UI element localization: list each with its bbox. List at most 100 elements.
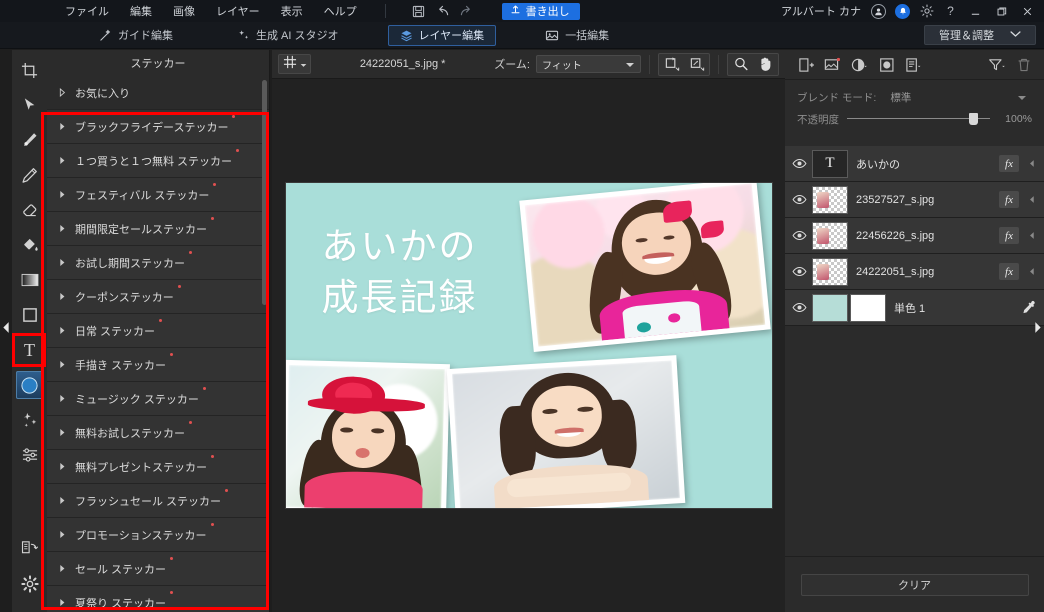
layer-expand-icon[interactable] <box>1024 267 1040 276</box>
menu-view[interactable]: 表示 <box>278 1 306 21</box>
eraser-tool[interactable] <box>16 196 44 224</box>
adjustment-tool[interactable] <box>16 441 44 469</box>
menu-edit[interactable]: 編集 <box>127 1 155 21</box>
photo-girl-pigtails-flowers[interactable] <box>519 183 770 352</box>
flip-canvas-icon[interactable] <box>684 54 709 75</box>
text-tool[interactable]: T <box>16 336 44 364</box>
clear-button[interactable]: クリア <box>801 574 1029 596</box>
shape-tool[interactable] <box>16 301 44 329</box>
move-tool[interactable] <box>16 91 44 119</box>
undo-icon[interactable] <box>435 4 450 19</box>
crop-tool[interactable] <box>16 56 44 84</box>
mask-circle-icon[interactable] <box>874 53 899 76</box>
sticker-category-row[interactable]: 無料プレゼントステッカー <box>47 450 269 484</box>
tab-guide-edit[interactable]: ガイド編集 <box>88 25 184 46</box>
gear-icon[interactable] <box>919 4 934 19</box>
maximize-button[interactable] <box>993 3 1010 19</box>
sticker-category-row[interactable]: 期間限定セールステッカー <box>47 212 269 246</box>
sticker-category-row[interactable]: 日常 ステッカー <box>47 314 269 348</box>
text-layer-icon[interactable] <box>901 53 926 76</box>
menu-layer[interactable]: レイヤー <box>213 1 263 21</box>
sticker-category-row[interactable]: 無料お試しステッカー <box>47 416 269 450</box>
layer-fx-badge[interactable]: fx <box>999 227 1019 244</box>
paint-bucket-tool[interactable] <box>16 231 44 259</box>
grid-button[interactable] <box>278 54 311 74</box>
opacity-slider-knob[interactable] <box>969 113 978 125</box>
layer-expand-icon[interactable] <box>1024 231 1040 240</box>
menu-image[interactable]: 画像 <box>170 1 198 21</box>
layer-row[interactable]: Tあいかのfx <box>785 146 1044 182</box>
layer-expand-icon[interactable] <box>1024 159 1040 168</box>
layer-row[interactable]: 単色 1 <box>785 290 1044 326</box>
menu-help[interactable]: ヘルプ <box>321 1 360 21</box>
layer-fx-badge[interactable]: fx <box>999 155 1019 172</box>
sticker-panel-scrollbar[interactable] <box>262 80 267 305</box>
preferences-tool[interactable] <box>16 570 44 598</box>
sticker-category-row[interactable]: フェスティバル ステッカー <box>47 178 269 212</box>
eye-visible-icon[interactable] <box>785 230 813 241</box>
canvas-transform-group <box>658 53 710 76</box>
redo-icon[interactable] <box>459 4 474 19</box>
artboard[interactable]: あいかの 成長記録 <box>286 183 772 508</box>
rotate-canvas-icon[interactable] <box>659 54 684 75</box>
opacity-slider[interactable] <box>847 112 990 126</box>
sticker-category-label: 夏祭り ステッカー <box>75 595 166 611</box>
sticker-category-row[interactable]: ブラックフライデーステッカー <box>47 110 269 144</box>
trash-icon[interactable] <box>1011 53 1036 76</box>
canvas-stage[interactable]: あいかの 成長記録 <box>272 79 785 612</box>
layer-fx-badge[interactable]: fx <box>999 191 1019 208</box>
tab-batch-edit[interactable]: 一括編集 <box>534 25 620 46</box>
gradient-tool[interactable] <box>16 266 44 294</box>
half-circle-adjust-icon[interactable] <box>847 53 872 76</box>
sticker-category-row[interactable]: ミュージック ステッカー <box>47 382 269 416</box>
manage-adjust-button[interactable]: 管理＆調整 <box>924 25 1036 45</box>
sticker-category-row[interactable]: お試し期間ステッカー <box>47 246 269 280</box>
notification-bell-icon[interactable] <box>895 4 910 19</box>
tab-layer-edit[interactable]: レイヤー編集 <box>388 25 497 46</box>
sticker-category-row[interactable]: １つ買うと１つ無料 ステッカー <box>47 144 269 178</box>
export-button[interactable]: 書き出し <box>502 3 580 20</box>
sticker-category-row[interactable]: セール ステッカー <box>47 552 269 586</box>
photo-girl-resting-arms[interactable] <box>446 355 685 508</box>
sticker-category-row[interactable]: 夏祭り ステッカー <box>47 586 269 612</box>
tab-ai-studio[interactable]: 生成 AI スタジオ <box>226 25 350 46</box>
pencil-tool[interactable] <box>16 161 44 189</box>
layer-row[interactable]: 23527527_s.jpgfx <box>785 182 1044 218</box>
hand-pan-icon[interactable] <box>753 54 778 75</box>
collapse-left-arrow-icon[interactable] <box>1 318 11 336</box>
sticker-tool[interactable] <box>16 371 44 399</box>
layer-fx-badge[interactable]: fx <box>999 263 1019 280</box>
magic-wand-tool[interactable] <box>16 126 44 154</box>
photo-girl-red-flower-headband[interactable] <box>286 360 450 508</box>
blend-mode-select[interactable]: 標準 <box>886 89 1032 106</box>
sticker-category-row[interactable]: プロモーションステッカー <box>47 518 269 552</box>
effects-tool[interactable] <box>16 406 44 434</box>
transfer-tool[interactable] <box>16 533 44 561</box>
sticker-category-row[interactable]: フラッシュセール ステッカー <box>47 484 269 518</box>
eye-visible-icon[interactable] <box>785 266 813 277</box>
sticker-category-label: クーポンステッカー <box>75 289 174 305</box>
zoom-select[interactable]: フィット <box>536 55 641 73</box>
add-image-icon[interactable] <box>820 53 845 76</box>
eye-visible-icon[interactable] <box>785 302 813 313</box>
close-button[interactable] <box>1019 3 1036 19</box>
add-layer-icon[interactable] <box>793 53 818 76</box>
help-icon[interactable]: ? <box>943 4 958 19</box>
sticker-category-row[interactable]: 手描き ステッカー <box>47 348 269 382</box>
layer-expand-icon[interactable] <box>1024 195 1040 204</box>
layer-row[interactable]: 24222051_s.jpgfx <box>785 254 1044 290</box>
account-icon[interactable] <box>871 4 886 19</box>
filter-funnel-icon[interactable] <box>984 53 1009 76</box>
sticker-category-favorites[interactable]: お気に入り <box>47 76 269 110</box>
magnifier-icon[interactable] <box>728 54 753 75</box>
sticker-category-list[interactable]: お気に入り ブラックフライデーステッカー１つ買うと１つ無料 ステッカーフェスティ… <box>47 76 269 612</box>
sticker-category-row[interactable]: クーポンステッカー <box>47 280 269 314</box>
eyedropper-icon[interactable] <box>1016 300 1040 315</box>
eye-visible-icon[interactable] <box>785 194 813 205</box>
eye-visible-icon[interactable] <box>785 158 813 169</box>
collapse-right-arrow-icon[interactable] <box>1033 318 1043 336</box>
layer-row[interactable]: 22456226_s.jpgfx <box>785 218 1044 254</box>
minimize-button[interactable] <box>967 3 984 19</box>
menu-file[interactable]: ファイル <box>62 1 112 21</box>
save-icon[interactable] <box>411 4 426 19</box>
